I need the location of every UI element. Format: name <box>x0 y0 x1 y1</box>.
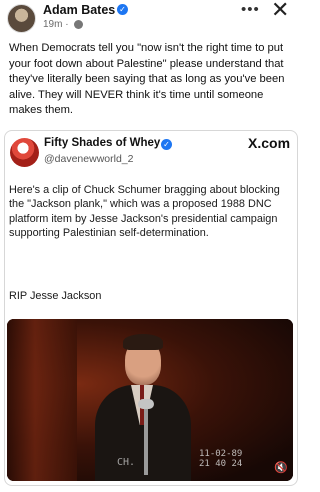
volume-muted-icon[interactable]: 🔇 <box>274 461 288 474</box>
video-timestamp: 11-02-89 21 40 24 <box>199 449 242 469</box>
close-icon[interactable]: ✕ <box>271 0 289 23</box>
embed-author-name[interactable]: Fifty Shades of Whey <box>44 137 160 149</box>
author-avatar[interactable] <box>7 4 36 33</box>
source-label: X.com <box>248 135 291 151</box>
video-curtain <box>7 319 77 481</box>
video-microphone-head <box>138 399 154 409</box>
embed-handle[interactable]: @davenewworld_2 <box>44 153 133 165</box>
more-options-icon[interactable]: ••• <box>241 1 260 18</box>
author-name[interactable]: Adam Bates <box>43 3 115 17</box>
verified-badge-icon: ✓ <box>161 139 172 150</box>
video-overlay-text: CH. <box>117 457 136 468</box>
post-header: Adam Bates ✓ 19m · ••• ✕ <box>0 0 300 38</box>
video-microphone <box>144 405 148 475</box>
video-speaker-hair <box>123 334 163 350</box>
embed-text: Here's a clip of Chuck Schumer bragging … <box>9 184 280 239</box>
video-player[interactable]: CH. 11-02-89 21 40 24 🔇 <box>7 319 293 481</box>
verified-badge-icon: ✓ <box>117 4 128 15</box>
post-text: When Democrats tell you "now isn't the r… <box>9 42 285 116</box>
video-time: 21 40 24 <box>199 459 243 469</box>
video-date: 11-02-89 <box>199 449 243 459</box>
embed-footer-text: RIP Jesse Jackson <box>9 290 102 302</box>
embedded-post[interactable]: Fifty Shades of Whey ✓ @davenewworld_2 X… <box>4 130 298 486</box>
post-time[interactable]: 19m · <box>43 19 69 30</box>
globe-icon <box>74 20 83 29</box>
embed-avatar[interactable] <box>10 138 39 167</box>
